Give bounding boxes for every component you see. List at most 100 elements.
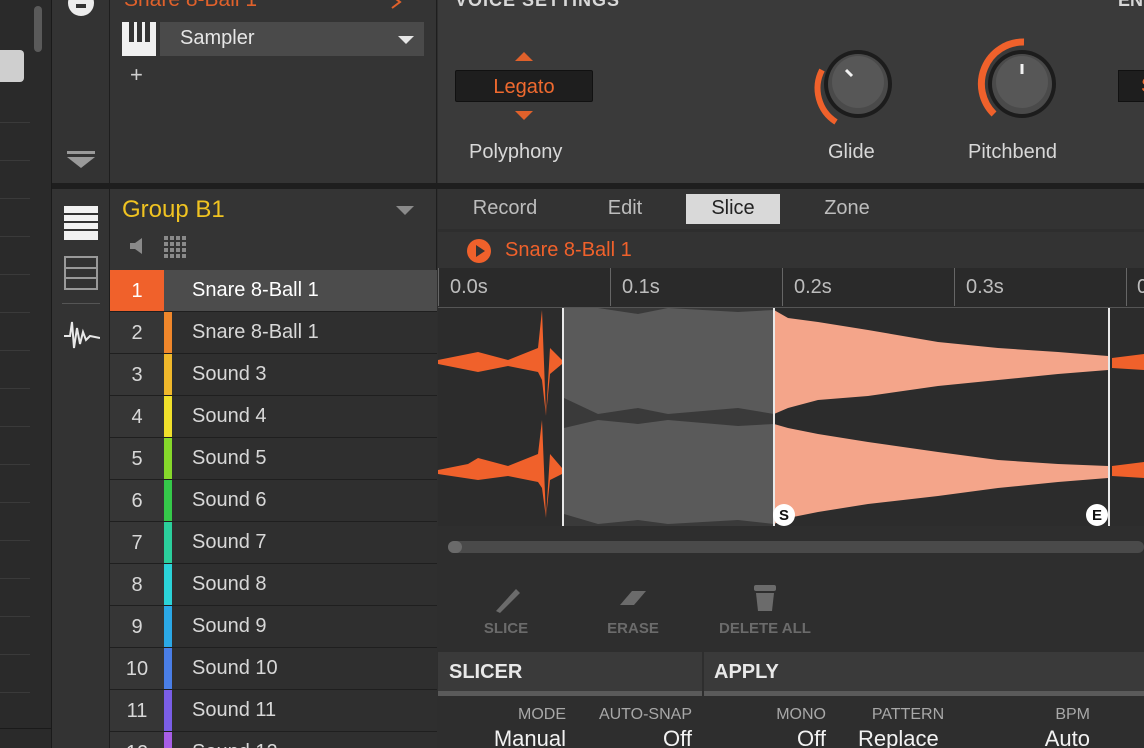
- tab-zone[interactable]: Zone: [804, 194, 890, 224]
- sound-name: Snare 8-Ball 1: [192, 321, 319, 343]
- slice-tool-button[interactable]: SLICE: [468, 620, 544, 637]
- divider: [0, 236, 30, 237]
- chevron-down-icon[interactable]: [396, 206, 414, 215]
- sound-row[interactable]: 1 Snare 8-Ball 1: [110, 270, 437, 312]
- sound-row[interactable]: 9 Sound 9: [110, 606, 437, 648]
- apply-title: APPLY: [714, 661, 779, 683]
- sample-name: Snare 8-Ball 1: [505, 239, 632, 261]
- divider: [0, 160, 30, 161]
- browser-scrollbar[interactable]: [34, 6, 42, 52]
- module-title: Snare 8-Ball 1: [124, 0, 257, 12]
- timeline-tick: [1126, 268, 1127, 306]
- instrument-select-value: Sampler: [180, 27, 255, 49]
- sound-row[interactable]: 10 Sound 10: [110, 648, 437, 690]
- divider: [0, 426, 30, 427]
- tab-record[interactable]: Record: [448, 194, 562, 224]
- slice-knife-icon[interactable]: [490, 583, 524, 617]
- erase-tool-button[interactable]: ERASE: [594, 620, 672, 637]
- auto-snap-value[interactable]: Off: [600, 726, 692, 748]
- browser-selected-item[interactable]: [0, 50, 24, 82]
- sound-name: Sound 3: [192, 363, 267, 385]
- sound-name: Sound 4: [192, 405, 267, 427]
- divider: [62, 303, 100, 304]
- tab-edit[interactable]: Edit: [580, 194, 670, 224]
- voice-settings-title: VOICE SETTINGS: [455, 0, 621, 10]
- tab-slice[interactable]: Slice: [686, 194, 780, 224]
- sound-row[interactable]: 7 Sound 7: [110, 522, 437, 564]
- sound-color-stripe: [164, 312, 172, 353]
- sound-name: Sound 6: [192, 489, 267, 511]
- sound-color-stripe: [164, 648, 172, 689]
- increment-arrow-icon[interactable]: [515, 52, 533, 61]
- chevron-right-icon[interactable]: [388, 0, 408, 12]
- sound-name: Sound 5: [192, 447, 267, 469]
- sound-row[interactable]: 5 Sound 5: [110, 438, 437, 480]
- divider: [0, 350, 30, 351]
- divider: [0, 312, 30, 313]
- slice-end-marker[interactable]: E: [1086, 504, 1108, 526]
- sound-number: 9: [110, 606, 164, 647]
- waveform-graphic: [438, 308, 1144, 526]
- waveform-scrollbar[interactable]: [448, 541, 1144, 553]
- list-view-icon[interactable]: [64, 206, 98, 240]
- pitchbend-label: Pitchbend: [968, 141, 1057, 163]
- sound-color-stripe: [164, 354, 172, 395]
- bpm-label: BPM: [1055, 706, 1090, 723]
- glide-knob[interactable]: [806, 40, 902, 136]
- polyphony-label: Polyphony: [469, 141, 563, 163]
- sound-color-stripe: [164, 480, 172, 521]
- sound-number: 12: [110, 732, 164, 748]
- divider: [0, 728, 52, 729]
- eraser-icon[interactable]: [616, 583, 650, 617]
- sound-number: 5: [110, 438, 164, 479]
- plugin-icon[interactable]: [66, 0, 96, 20]
- divider: [0, 692, 30, 693]
- group-title: Group B1: [122, 196, 225, 223]
- divider: [0, 198, 30, 199]
- split-view-icon[interactable]: [64, 256, 98, 290]
- sound-name: Sound 7: [192, 531, 267, 553]
- sound-row[interactable]: 2 Snare 8-Ball 1: [110, 312, 437, 354]
- slicer-title: SLICER: [449, 661, 523, 683]
- view-icon-column: [52, 0, 110, 748]
- sound-number: 3: [110, 354, 164, 395]
- bpm-value[interactable]: Auto: [1030, 726, 1090, 748]
- timeline-ruler[interactable]: [438, 268, 1144, 308]
- sound-row[interactable]: 8 Sound 8: [110, 564, 437, 606]
- collapse-down-icon[interactable]: [66, 150, 96, 170]
- sound-color-stripe: [164, 606, 172, 647]
- divider: [0, 578, 30, 579]
- pattern-value[interactable]: Replace: [858, 726, 968, 748]
- trash-icon[interactable]: [750, 583, 780, 617]
- polyphony-value-box[interactable]: Legato: [455, 70, 593, 102]
- sound-row[interactable]: 6 Sound 6: [110, 480, 437, 522]
- timeline-label: 0.0s: [450, 276, 488, 298]
- sound-row[interactable]: 11 Sound 11: [110, 690, 437, 732]
- slice-start-marker[interactable]: S: [773, 504, 795, 526]
- pitchbend-knob[interactable]: [970, 36, 1070, 136]
- instrument-select[interactable]: Sampler: [160, 22, 424, 56]
- pad-grid-icon[interactable]: [164, 236, 188, 258]
- waveform-display[interactable]: S E: [438, 308, 1144, 526]
- play-icon[interactable]: [467, 239, 491, 263]
- speaker-icon[interactable]: [128, 236, 148, 256]
- chevron-down-icon: [398, 36, 414, 44]
- sound-row[interactable]: 4 Sound 4: [110, 396, 437, 438]
- add-module-button[interactable]: +: [130, 62, 143, 88]
- scrollbar-thumb[interactable]: [448, 541, 462, 553]
- browser-strip: [0, 0, 52, 748]
- timeline-tick: [438, 268, 439, 306]
- decrement-arrow-icon[interactable]: [515, 111, 533, 120]
- sampling-waveform-icon[interactable]: [64, 318, 100, 354]
- sound-row[interactable]: 12 Sound 12: [110, 732, 437, 748]
- timeline-label: 0.2s: [794, 276, 832, 298]
- sound-row[interactable]: 3 Sound 3: [110, 354, 437, 396]
- mono-value[interactable]: Off: [746, 726, 826, 748]
- sound-number: 10: [110, 648, 164, 689]
- timeline-tick: [782, 268, 783, 306]
- mode-value[interactable]: Manual: [470, 726, 566, 748]
- envelope-type-box[interactable]: S: [1118, 70, 1144, 102]
- sound-number: 4: [110, 396, 164, 437]
- timeline-label: 0.3s: [966, 276, 1004, 298]
- delete-all-button[interactable]: DELETE ALL: [706, 620, 824, 637]
